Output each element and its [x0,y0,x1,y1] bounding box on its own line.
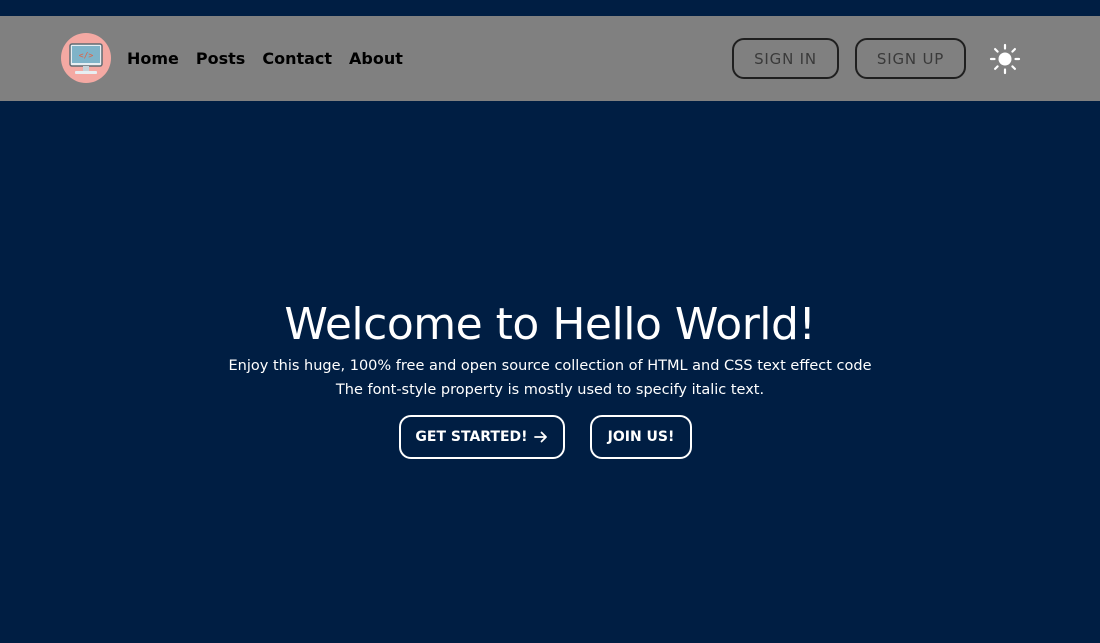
page: </> Home Posts Contact About SIGN IN SIG… [0,0,1100,643]
computer-code-logo-icon[interactable]: </> [61,33,111,83]
get-started-label: GET STARTED! [415,429,528,445]
hero-subtitle-line1: Enjoy this huge, 100% free and open sour… [228,358,872,374]
get-started-button[interactable]: GET STARTED! [399,415,565,459]
cta-row: GET STARTED! JOIN US! [0,415,1100,459]
hero-subtitle-line2: The font-style property is mostly used t… [335,382,765,398]
sign-up-button[interactable]: SIGN UP [855,38,966,79]
nav-link-about[interactable]: About [349,49,403,69]
hero-title: Welcome to Hello World! [284,299,816,350]
main-nav: Home Posts Contact About [127,49,420,69]
join-us-button[interactable]: JOIN US! [590,415,692,459]
sun-icon[interactable] [988,42,1022,76]
nav-link-home[interactable]: Home [127,49,179,69]
hero-section: Welcome to Hello World! Enjoy this huge,… [0,296,1100,402]
nav-link-contact[interactable]: Contact [262,49,332,69]
sign-in-button[interactable]: SIGN IN [732,38,839,79]
nav-link-posts[interactable]: Posts [196,49,245,69]
arrow-right-icon [533,429,549,445]
join-us-label: JOIN US! [607,429,675,445]
navbar: </> Home Posts Contact About SIGN IN SIG… [0,16,1100,101]
svg-text:</>: </> [79,51,94,60]
